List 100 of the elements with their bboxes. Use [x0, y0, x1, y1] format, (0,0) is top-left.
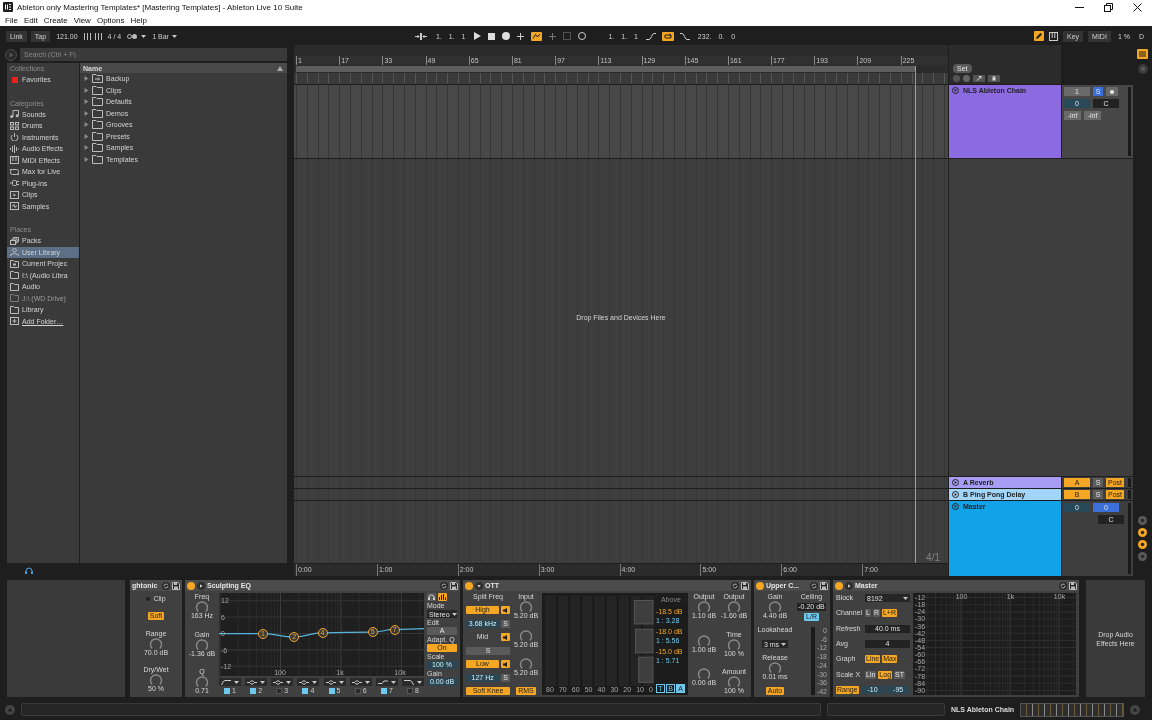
menu-item[interactable]: View: [70, 15, 94, 25]
rotary-knob[interactable]: [727, 676, 741, 687]
plus-icon[interactable]: [517, 32, 525, 40]
rotary-knob[interactable]: [149, 674, 163, 685]
triangle-icon[interactable]: [84, 76, 89, 82]
caret-icon: [312, 680, 318, 684]
dot-icon[interactable]: [187, 581, 195, 590]
falling-curve-icon[interactable]: [679, 32, 690, 40]
rising-curve-icon[interactable]: [645, 32, 656, 40]
play-icon[interactable]: [474, 32, 482, 40]
rotary-knob[interactable]: [195, 601, 209, 612]
filter-type-dropdown[interactable]: [402, 678, 424, 686]
toggle-dot-icon[interactable]: [1138, 516, 1147, 525]
rotary-knob[interactable]: [195, 676, 209, 687]
bars-icon[interactable]: [83, 32, 91, 40]
band-checkbox[interactable]: [276, 688, 283, 694]
menu-item[interactable]: Options: [93, 15, 128, 25]
cycle-icon[interactable]: [162, 581, 170, 590]
toggle-button[interactable]: [501, 633, 510, 642]
triangle-icon[interactable]: [84, 87, 89, 93]
menu-item[interactable]: Help: [127, 15, 150, 25]
toggle-button[interactable]: [438, 593, 447, 601]
rotary-knob[interactable]: [697, 668, 711, 679]
circled-triangle-icon[interactable]: [845, 581, 853, 590]
menu-item[interactable]: Create: [40, 15, 71, 25]
rotary-knob[interactable]: [727, 638, 741, 650]
dots-icon[interactable]: [127, 33, 138, 39]
circled-triangle-icon[interactable]: [197, 581, 205, 590]
toggle-button[interactable]: [501, 606, 510, 615]
band-checkbox[interactable]: [407, 688, 414, 694]
overview-thumbnail[interactable]: [1020, 702, 1125, 717]
rotary-knob[interactable]: [727, 601, 741, 612]
bars-icon[interactable]: [94, 32, 102, 40]
lock-icon[interactable]: [988, 75, 1000, 82]
keyboard-icon[interactable]: [1049, 31, 1059, 41]
bars-circle-icon[interactable]: [1137, 64, 1148, 74]
triangle-icon[interactable]: [84, 122, 89, 128]
filter-type-dropdown[interactable]: [271, 678, 294, 686]
rotary-knob[interactable]: [768, 662, 782, 673]
triangle-icon[interactable]: [84, 110, 89, 116]
loop-icon[interactable]: [661, 31, 674, 41]
filter-type-dropdown[interactable]: [375, 678, 398, 686]
rotary-knob[interactable]: [768, 601, 782, 612]
arm-button[interactable]: [1106, 87, 1118, 96]
dot-icon[interactable]: [465, 581, 473, 590]
cycle-icon[interactable]: [1059, 581, 1067, 590]
filter-type-dropdown[interactable]: [323, 678, 346, 686]
list-icon[interactable]: [1137, 49, 1148, 59]
circled-triangle-icon[interactable]: [952, 503, 959, 510]
circle-icon[interactable]: [578, 32, 587, 40]
rotary-knob[interactable]: [195, 638, 209, 650]
up-triangle-icon[interactable]: [277, 65, 283, 71]
caret-icon[interactable]: [141, 34, 147, 38]
wave-box-icon: [10, 202, 19, 211]
filter-type-dropdown[interactable]: [297, 678, 320, 686]
cycle-icon[interactable]: [810, 581, 818, 590]
toggle-dot-icon[interactable]: [1138, 552, 1147, 561]
circled-triangle-icon[interactable]: [475, 581, 483, 590]
toggle-button[interactable]: [501, 660, 510, 669]
menu-item[interactable]: Edit: [20, 15, 41, 25]
band-checkbox[interactable]: [354, 688, 361, 694]
band-checkbox[interactable]: [380, 688, 387, 694]
graph-line-icon[interactable]: [531, 31, 543, 41]
menu-item[interactable]: File: [2, 15, 21, 25]
filter-type-dropdown[interactable]: [219, 678, 241, 686]
headphones-icon[interactable]: [25, 566, 33, 574]
pencil-icon[interactable]: [1034, 31, 1045, 41]
band-checkbox[interactable]: [224, 688, 231, 694]
dot-icon[interactable]: [756, 581, 764, 590]
filter-type-dropdown[interactable]: [245, 678, 268, 686]
stop-icon[interactable]: [488, 32, 496, 40]
record-icon[interactable]: [502, 32, 511, 40]
band-checkbox[interactable]: [302, 688, 309, 694]
rotary-knob[interactable]: [519, 601, 533, 612]
band-checkbox[interactable]: [328, 688, 335, 694]
triangle-icon[interactable]: [84, 133, 89, 139]
rotary-knob[interactable]: [697, 601, 711, 612]
triangle-icon[interactable]: [84, 145, 89, 151]
toggle-dot-icon[interactable]: [1138, 540, 1147, 549]
diagonal-arrow-icon[interactable]: [973, 75, 985, 82]
arrows-in-icon[interactable]: [414, 32, 427, 40]
triangle-icon[interactable]: [84, 99, 89, 105]
rotary-knob[interactable]: [149, 637, 163, 649]
rotary-knob[interactable]: [519, 629, 533, 641]
dotted-square-icon[interactable]: [563, 32, 572, 40]
circled-triangle-icon[interactable]: [952, 479, 959, 486]
folder-icon: [92, 108, 103, 118]
circled-triangle-icon[interactable]: [952, 491, 959, 498]
circled-triangle-icon[interactable]: [952, 87, 959, 94]
dot-icon[interactable]: [835, 581, 843, 590]
band-checkbox[interactable]: [250, 688, 257, 694]
cycle-icon[interactable]: [731, 581, 739, 590]
triangle-icon[interactable]: [84, 156, 89, 162]
toggle-dot-icon[interactable]: [1138, 528, 1147, 537]
caret-icon: [338, 680, 344, 684]
rotary-knob[interactable]: [519, 658, 533, 670]
filter-type-dropdown[interactable]: [349, 678, 372, 686]
rotary-knob[interactable]: [697, 634, 711, 646]
speaker-icon: [503, 661, 508, 667]
cycle-icon[interactable]: [440, 581, 448, 590]
